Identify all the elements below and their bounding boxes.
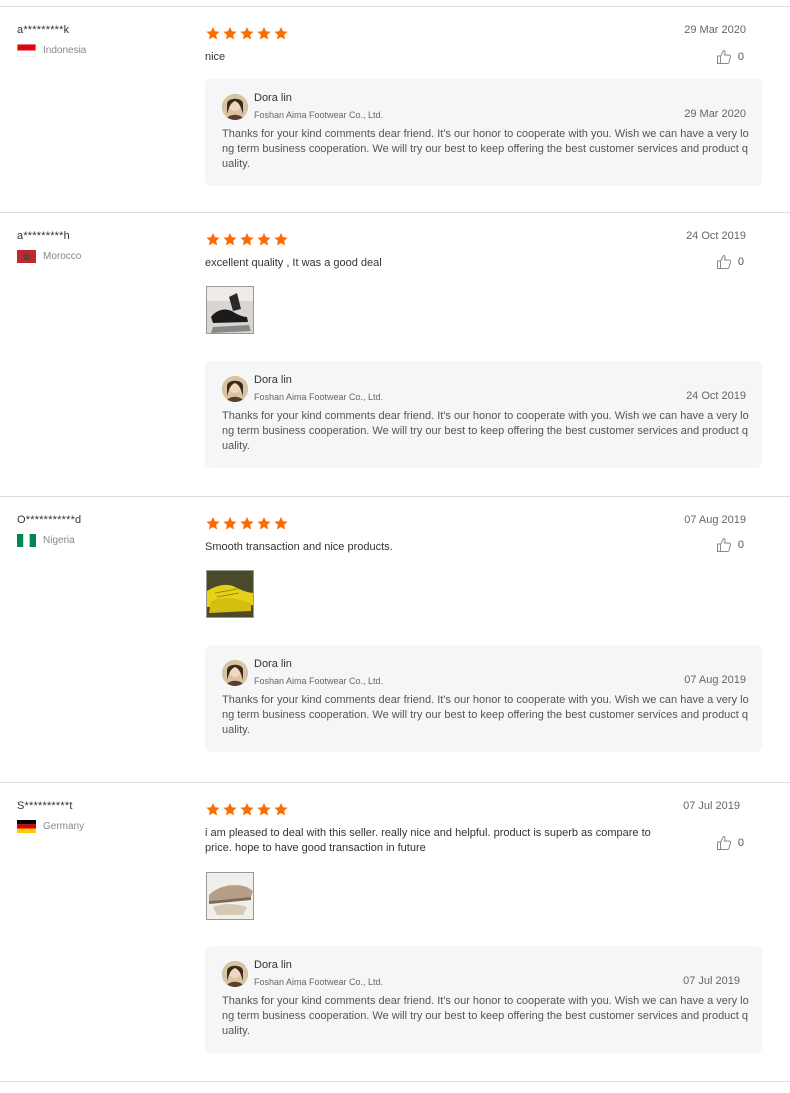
like-button[interactable]: 0: [716, 49, 744, 65]
star-icon: [222, 802, 238, 817]
thumbs-up-icon[interactable]: [716, 254, 732, 270]
star-icon: [256, 26, 272, 41]
reviewer-country: Nigeria: [17, 534, 187, 547]
star-icon: [205, 516, 221, 531]
review-date: 29 Mar 2020: [684, 24, 746, 36]
review-comment: Smooth transaction and nice products.: [205, 541, 393, 553]
reply-date: 07 Aug 2019: [684, 674, 746, 686]
reviewer-info: S**********t Germany: [17, 799, 187, 833]
like-count: 0: [737, 539, 744, 551]
review-photo-thumbnail[interactable]: [206, 286, 254, 334]
reviewer-country: Morocco: [17, 250, 187, 263]
star-icon: [256, 802, 272, 817]
star-rating: [205, 802, 290, 817]
review-photo-thumbnail[interactable]: [206, 872, 254, 920]
review-photo-thumbnail[interactable]: [206, 570, 254, 618]
star-icon: [239, 232, 255, 247]
review-comment: i am pleased to deal with this seller. r…: [205, 827, 651, 854]
seller-avatar: [222, 94, 248, 120]
review-item: a*********h Morocco 24 Oct 2019 0 excell…: [0, 212, 790, 496]
seller-reply: Dora lin Foshan Aima Footwear Co., Ltd. …: [205, 645, 762, 752]
star-rating: [205, 516, 290, 531]
seller-name: Dora lin: [254, 658, 292, 670]
seller-avatar: [222, 376, 248, 402]
seller-company: Foshan Aima Footwear Co., Ltd.: [254, 110, 384, 120]
indonesia-flag-icon: [17, 44, 36, 57]
reviewer-name: a*********h: [17, 230, 70, 242]
morocco-flag-icon: [17, 250, 36, 263]
reviewer-country: Indonesia: [17, 44, 187, 57]
seller-reply: Dora lin Foshan Aima Footwear Co., Ltd. …: [205, 946, 762, 1053]
seller-name: Dora lin: [254, 92, 292, 104]
like-button[interactable]: 0: [716, 537, 744, 553]
star-rating: [205, 26, 290, 41]
reviewer-country: Germany: [17, 820, 187, 833]
reviewer-name: a*********k: [17, 24, 70, 36]
review-item: a*********k Indonesia 29 Mar 2020 0 nice…: [0, 6, 790, 212]
country-name: Indonesia: [43, 44, 87, 56]
star-icon: [239, 802, 255, 817]
reply-text: Thanks for your kind comments dear frien…: [222, 128, 749, 170]
seller-company: Foshan Aima Footwear Co., Ltd.: [254, 676, 384, 686]
like-button[interactable]: 0: [716, 254, 744, 270]
star-rating: [205, 232, 290, 247]
germany-flag-icon: [17, 820, 36, 833]
reviewer-info: a*********h Morocco: [17, 229, 187, 263]
seller-avatar: [222, 660, 248, 686]
star-icon: [239, 26, 255, 41]
star-icon: [273, 232, 289, 247]
review-date: 24 Oct 2019: [686, 230, 746, 242]
reply-text: Thanks for your kind comments dear frien…: [222, 694, 749, 736]
review-comment: excellent quality , It was a good deal: [205, 257, 382, 269]
beige-shoe-photo-icon: [207, 873, 253, 919]
nigeria-flag-icon: [17, 534, 36, 547]
like-count: 0: [737, 256, 744, 268]
like-count: 0: [737, 51, 744, 63]
country-name: Nigeria: [43, 534, 75, 546]
thumbs-up-icon[interactable]: [716, 49, 732, 65]
star-icon: [273, 26, 289, 41]
star-icon: [222, 26, 238, 41]
reply-date: 07 Jul 2019: [683, 975, 740, 987]
country-name: Germany: [43, 820, 85, 832]
star-icon: [205, 26, 221, 41]
seller-company: Foshan Aima Footwear Co., Ltd.: [254, 392, 384, 402]
yellow-sneakers-photo-icon: [207, 571, 253, 617]
seller-reply: Dora lin Foshan Aima Footwear Co., Ltd. …: [205, 79, 762, 186]
country-name: Morocco: [43, 250, 82, 262]
review-item: S**********t Germany 07 Jul 2019 0 i am …: [0, 782, 790, 1082]
star-icon: [239, 516, 255, 531]
star-icon: [273, 516, 289, 531]
reviewer-name: S**********t: [17, 800, 73, 812]
thumbs-up-icon[interactable]: [716, 835, 732, 851]
seller-avatar: [222, 961, 248, 987]
reply-text: Thanks for your kind comments dear frien…: [222, 995, 749, 1037]
review-comment: nice: [205, 51, 226, 63]
review-item: O***********d Nigeria 07 Aug 2019 0 Smoo…: [0, 496, 790, 782]
like-button[interactable]: 0: [716, 835, 744, 851]
star-icon: [256, 232, 272, 247]
review-date: 07 Aug 2019: [684, 514, 746, 526]
black-shoes-photo-icon: [207, 287, 253, 333]
seller-name: Dora lin: [254, 959, 292, 971]
reviewer-info: a*********k Indonesia: [17, 23, 187, 57]
reply-date: 24 Oct 2019: [686, 390, 746, 402]
star-icon: [222, 516, 238, 531]
reply-date: 29 Mar 2020: [684, 108, 746, 120]
reply-text: Thanks for your kind comments dear frien…: [222, 410, 749, 452]
like-count: 0: [737, 837, 744, 849]
seller-reply: Dora lin Foshan Aima Footwear Co., Ltd. …: [205, 361, 762, 468]
star-icon: [205, 232, 221, 247]
seller-name: Dora lin: [254, 374, 292, 386]
thumbs-up-icon[interactable]: [716, 537, 732, 553]
star-icon: [256, 516, 272, 531]
reviewer-info: O***********d Nigeria: [17, 513, 187, 547]
star-icon: [205, 802, 221, 817]
reviewer-name: O***********d: [17, 514, 82, 526]
star-icon: [222, 232, 238, 247]
review-date: 07 Jul 2019: [683, 800, 740, 812]
star-icon: [273, 802, 289, 817]
seller-company: Foshan Aima Footwear Co., Ltd.: [254, 977, 384, 987]
